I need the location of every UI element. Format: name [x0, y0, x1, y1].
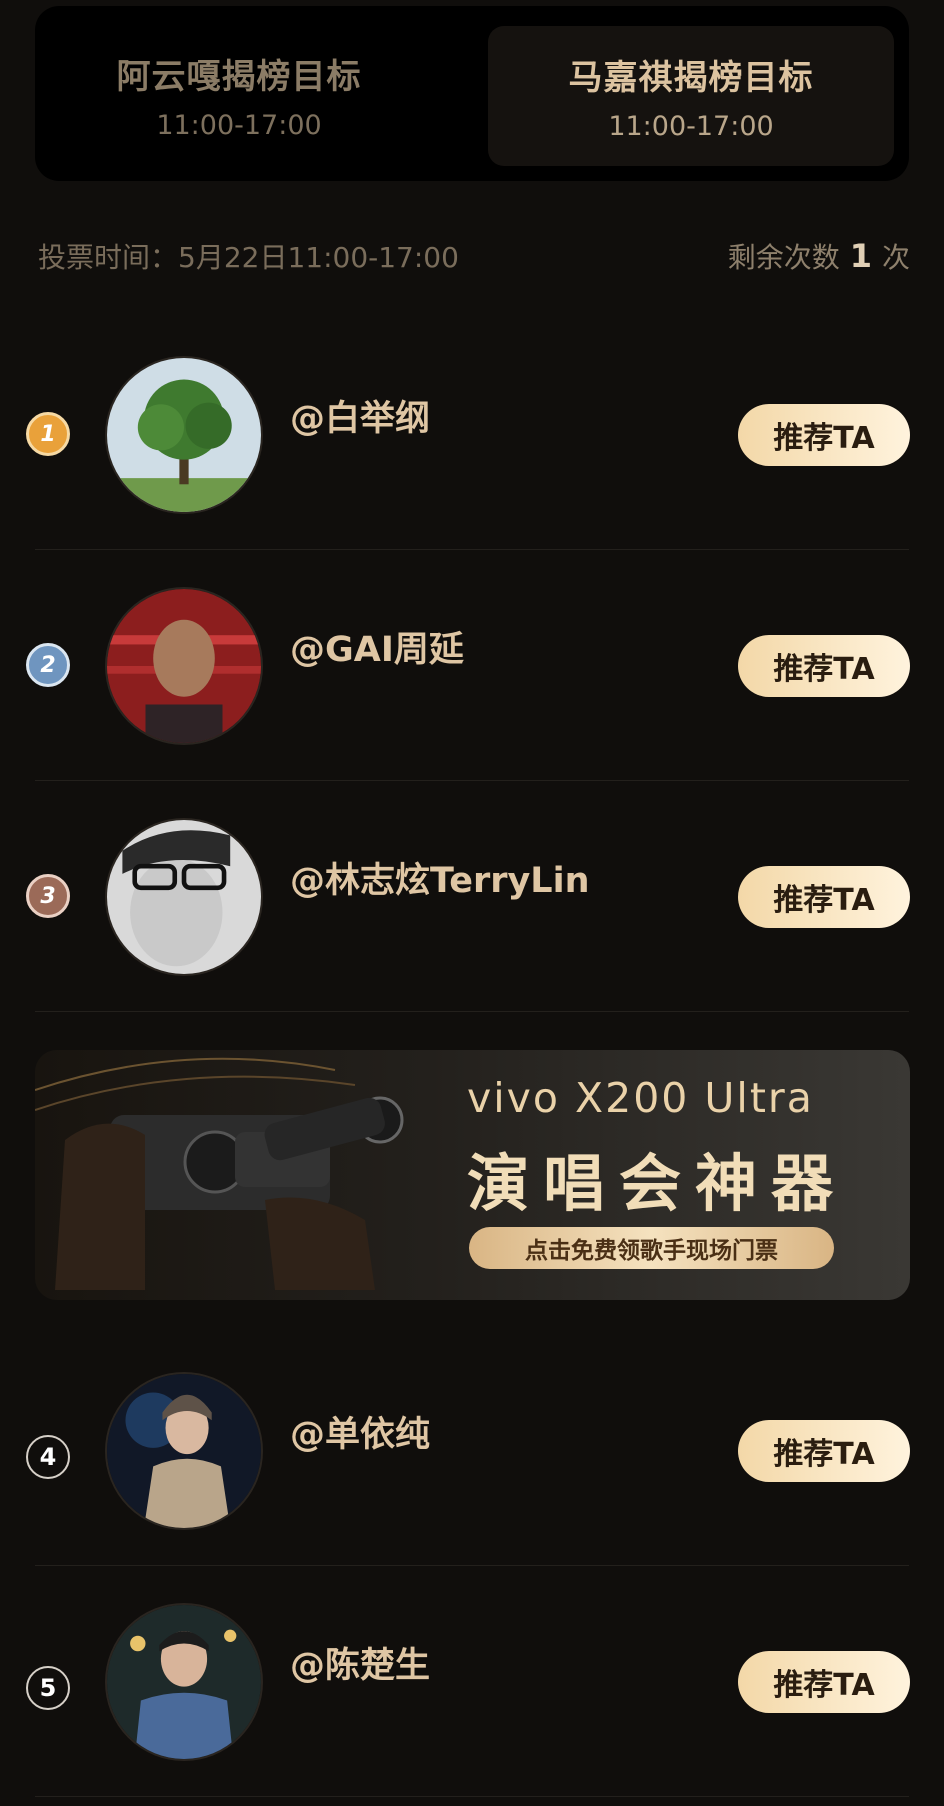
candidate-row: 2 @GAI周延 推荐TA	[0, 551, 944, 781]
tab-title: 阿云嘎揭榜目标	[116, 57, 362, 97]
phone-camera-image	[35, 1057, 404, 1290]
banner-cta-button[interactable]: 点击免费领歌手现场门票	[469, 1227, 834, 1269]
row-divider	[35, 780, 909, 781]
tab-time: 11:00-17:00	[156, 110, 322, 141]
candidate-name: @单依纯	[290, 1415, 431, 1455]
avatar	[105, 587, 263, 745]
portrait-avatar-image	[107, 589, 261, 743]
remaining-prefix: 剩余次数	[727, 241, 840, 274]
remaining-suffix: 次	[881, 241, 910, 274]
recommend-button[interactable]: 推荐TA	[738, 635, 910, 697]
portrait-avatar-image	[107, 820, 261, 974]
tree-avatar-image	[107, 358, 261, 512]
rank-badge: 4	[26, 1435, 70, 1479]
rank-badge: 1	[26, 412, 70, 456]
rank-badge: 2	[26, 643, 70, 687]
banner-brand: vivo X200 Ultra	[467, 1074, 814, 1122]
recommend-button[interactable]: 推荐TA	[738, 1420, 910, 1482]
tab-time: 11:00-17:00	[608, 111, 774, 142]
candidate-name: @林志炫TerryLin	[290, 861, 590, 901]
tab-title: 马嘉祺揭榜目标	[568, 58, 814, 98]
vote-info-row: 投票时间：5月22日11:00-17:00 剩余次数 1 次	[38, 236, 910, 276]
candidate-row: 3 @林志炫TerryLin 推荐TA	[0, 782, 944, 1012]
remaining-count: 1	[849, 237, 872, 275]
candidate-name: @白举纲	[290, 399, 431, 439]
recommend-button[interactable]: 推荐TA	[738, 1651, 910, 1713]
candidate-row: 4 @单依纯 推荐TA	[0, 1336, 944, 1566]
avatar	[105, 818, 263, 976]
vote-time-label: 投票时间：5月22日11:00-17:00	[38, 241, 459, 274]
remaining-votes: 剩余次数 1 次	[728, 236, 910, 276]
vote-page: 阿云嘎揭榜目标 11:00-17:00 马嘉祺揭榜目标 11:00-17:00 …	[0, 0, 944, 1806]
candidate-name: @陈楚生	[290, 1646, 431, 1686]
row-divider	[35, 1565, 909, 1566]
row-divider	[35, 1011, 909, 1012]
row-divider	[35, 1796, 909, 1797]
portrait-avatar-image	[107, 1374, 261, 1528]
promo-banner[interactable]: vivo X200 Ultra 演唱会神器 点击免费领歌手现场门票	[35, 1050, 910, 1300]
candidate-row: 1 @白举纲 推荐TA	[0, 320, 944, 550]
tab-ayunga[interactable]: 阿云嘎揭榜目标 11:00-17:00	[35, 24, 443, 166]
recommend-button[interactable]: 推荐TA	[738, 866, 910, 928]
target-tabs: 阿云嘎揭榜目标 11:00-17:00 马嘉祺揭榜目标 11:00-17:00	[35, 6, 909, 181]
recommend-button[interactable]: 推荐TA	[738, 404, 910, 466]
row-divider	[35, 549, 909, 550]
banner-title: 演唱会神器	[467, 1147, 848, 1220]
portrait-avatar-image	[107, 1605, 261, 1759]
rank-badge: 3	[26, 874, 70, 918]
rank-badge: 5	[26, 1666, 70, 1710]
avatar	[105, 1603, 263, 1761]
avatar	[105, 356, 263, 514]
candidate-row: 5 @陈楚生 推荐TA	[0, 1567, 944, 1797]
candidate-name: @GAI周延	[290, 630, 464, 670]
tab-majiaqi[interactable]: 马嘉祺揭榜目标 11:00-17:00	[488, 26, 894, 166]
avatar	[105, 1372, 263, 1530]
